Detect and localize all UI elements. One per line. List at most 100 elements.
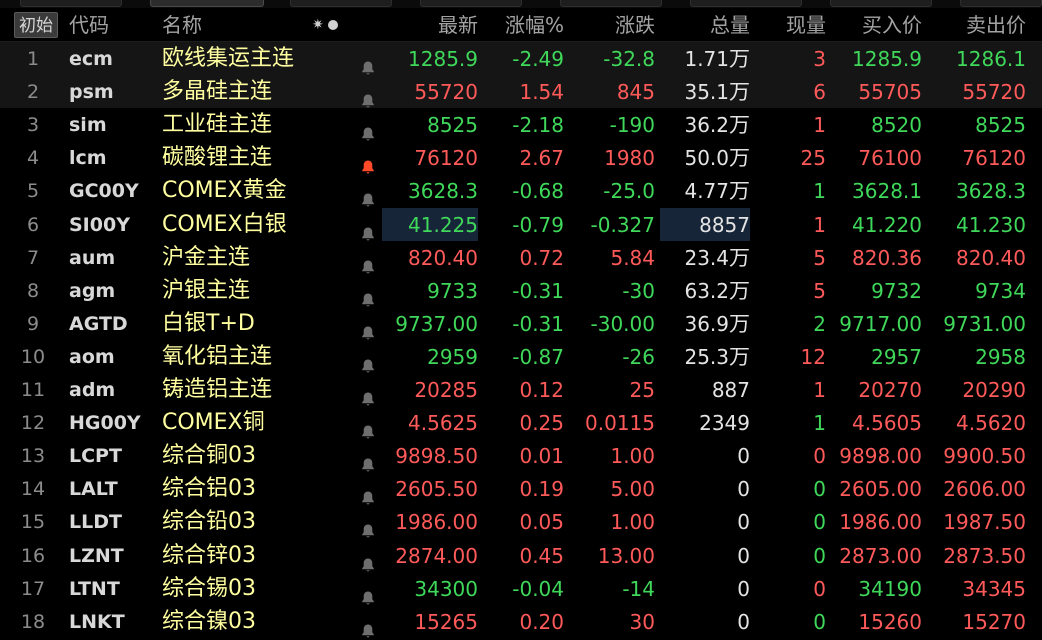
bell-icon[interactable] bbox=[360, 416, 378, 439]
bell-icon[interactable] bbox=[360, 151, 378, 174]
symbol-code[interactable]: LTNT bbox=[69, 572, 157, 605]
table-row[interactable]: 10 aom 氧化铝主连 2959 -0.87 -26 25.3万 12 2957 2958 bbox=[0, 340, 1042, 373]
symbol-code[interactable]: LNKT bbox=[69, 605, 157, 638]
symbol-code[interactable]: adm bbox=[69, 373, 157, 406]
latest-price: 9898.50 bbox=[395, 444, 478, 468]
col-header-change[interactable]: 涨跌 bbox=[570, 8, 655, 41]
table-row[interactable]: 5 GC00Y COMEX黄金 3628.3 -0.68 -25.0 4.77万 1 3628.… bbox=[0, 174, 1042, 207]
table-row[interactable]: 16 LZNT 综合锌03 2874.00 0.45 13.00 0 0 2873.00 2873… bbox=[0, 539, 1042, 572]
top-tab[interactable] bbox=[690, 0, 802, 7]
col-header-ask[interactable]: 卖出价 bbox=[930, 8, 1026, 41]
bell-icon[interactable] bbox=[360, 284, 378, 307]
bell-icon[interactable] bbox=[360, 218, 378, 241]
symbol-code[interactable]: AGTD bbox=[69, 307, 157, 340]
symbol-code[interactable]: GC00Y bbox=[69, 174, 157, 207]
symbol-code[interactable]: lcm bbox=[69, 141, 157, 174]
row-index: 15 bbox=[20, 511, 46, 533]
bell-icon[interactable] bbox=[360, 85, 378, 108]
bell-icon[interactable] bbox=[360, 350, 378, 373]
symbol-code[interactable]: aum bbox=[69, 241, 157, 274]
change-amount: -190 bbox=[609, 113, 655, 137]
top-tab[interactable] bbox=[290, 0, 392, 7]
symbol-name[interactable]: 综合铜03 bbox=[162, 439, 352, 472]
top-tab[interactable] bbox=[20, 0, 122, 7]
col-header-name[interactable]: 名称 bbox=[162, 8, 202, 41]
table-row[interactable]: 1 ecm 欧线集运主连 1285.9 -2.49 -32.8 1.71万 3 1285.9 12… bbox=[0, 42, 1042, 75]
symbol-name[interactable]: 综合铅03 bbox=[162, 505, 352, 538]
table-row[interactable]: 14 LALT 综合铝03 2605.50 0.19 5.00 0 0 2605.00 2606.… bbox=[0, 472, 1042, 505]
table-row[interactable]: 15 LLDT 综合铅03 1986.00 0.05 1.00 0 0 1986.00 1987.… bbox=[0, 505, 1042, 538]
bell-icon[interactable] bbox=[360, 615, 378, 638]
table-row[interactable]: 9 AGTD 白银T+D 9737.00 -0.31 -30.00 36.9万 2 9717.0… bbox=[0, 307, 1042, 340]
bell-icon[interactable] bbox=[360, 549, 378, 572]
col-header-code[interactable]: 代码 bbox=[69, 8, 109, 41]
symbol-code[interactable]: aom bbox=[69, 340, 157, 373]
table-row[interactable]: 6 SI00Y COMEX白银 41.225 -0.79 -0.327 8857 1 41.22… bbox=[0, 208, 1042, 241]
symbol-code[interactable]: ecm bbox=[69, 42, 157, 75]
symbol-name[interactable]: 工业硅主连 bbox=[162, 108, 352, 141]
gear-icon[interactable]: ✷ bbox=[312, 18, 324, 32]
row-index: 9 bbox=[26, 313, 40, 335]
row-index: 10 bbox=[20, 346, 46, 368]
symbol-name[interactable]: 氧化铝主连 bbox=[162, 340, 352, 373]
symbol-code[interactable]: HG00Y bbox=[69, 406, 157, 439]
col-header-bid[interactable]: 买入价 bbox=[830, 8, 922, 41]
table-row[interactable]: 17 LTNT 综合锡03 34300 -0.04 -14 0 0 34190 34345 bbox=[0, 572, 1042, 605]
symbol-code[interactable]: sim bbox=[69, 108, 157, 141]
symbol-name[interactable]: 碳酸锂主连 bbox=[162, 141, 352, 174]
symbol-name[interactable]: 欧线集运主连 bbox=[162, 42, 352, 75]
table-row[interactable]: 2 psm 多晶硅主连 55720 1.54 845 35.1万 6 55705 55720 bbox=[0, 75, 1042, 108]
bell-icon[interactable] bbox=[360, 317, 378, 340]
col-header-current-volume[interactable]: 现量 bbox=[760, 8, 826, 41]
bell-icon[interactable] bbox=[360, 184, 378, 207]
symbol-name[interactable]: 综合锌03 bbox=[162, 539, 352, 572]
bell-icon[interactable] bbox=[360, 449, 378, 472]
table-row[interactable]: 3 sim 工业硅主连 8525 -2.18 -190 36.2万 1 8520 8525 bbox=[0, 108, 1042, 141]
symbol-name[interactable]: 综合锡03 bbox=[162, 572, 352, 605]
col-header-change-pct[interactable]: 涨幅% bbox=[484, 8, 564, 41]
bell-icon[interactable] bbox=[360, 383, 378, 406]
top-tab[interactable] bbox=[960, 0, 1042, 7]
bell-icon[interactable] bbox=[360, 251, 378, 274]
symbol-name[interactable]: 综合铝03 bbox=[162, 472, 352, 505]
table-row[interactable]: 12 HG00Y COMEX铜 4.5625 0.25 0.0115 2349 1 4.5605… bbox=[0, 406, 1042, 439]
header-icon-group[interactable]: ✷ bbox=[312, 8, 338, 41]
init-button[interactable]: 初始 bbox=[14, 12, 58, 38]
bell-icon[interactable] bbox=[360, 515, 378, 538]
symbol-name[interactable]: COMEX白银 bbox=[162, 208, 352, 241]
symbol-name[interactable]: 多晶硅主连 bbox=[162, 75, 352, 108]
symbol-code[interactable]: psm bbox=[69, 75, 157, 108]
table-row[interactable]: 13 LCPT 综合铜03 9898.50 0.01 1.00 0 0 9898.00 9900.… bbox=[0, 439, 1042, 472]
table-row[interactable]: 11 adm 铸造铝主连 20285 0.12 25 887 1 20270 20290 bbox=[0, 373, 1042, 406]
column-header-row: 初始 代码 名称 ✷ 最新 涨幅% 涨跌 总量 现量 买入价 卖出价 bbox=[0, 8, 1042, 42]
symbol-name[interactable]: 沪银主连 bbox=[162, 274, 352, 307]
dot-icon[interactable] bbox=[327, 19, 338, 30]
symbol-code[interactable]: LZNT bbox=[69, 539, 157, 572]
top-tab-active[interactable] bbox=[150, 0, 264, 7]
symbol-name[interactable]: 白银T+D bbox=[162, 307, 352, 340]
symbol-code[interactable]: agm bbox=[69, 274, 157, 307]
bell-icon[interactable] bbox=[360, 118, 378, 141]
symbol-name[interactable]: 沪金主连 bbox=[162, 241, 352, 274]
bell-icon[interactable] bbox=[360, 52, 378, 75]
table-row[interactable]: 7 aum 沪金主连 820.40 0.72 5.84 23.4万 5 820.36 820.40 bbox=[0, 241, 1042, 274]
bid-price: 9717.00 bbox=[839, 312, 922, 336]
symbol-name[interactable]: COMEX黄金 bbox=[162, 174, 352, 207]
col-header-latest[interactable]: 最新 bbox=[382, 8, 478, 41]
symbol-name[interactable]: COMEX铜 bbox=[162, 406, 352, 439]
table-row[interactable]: 8 agm 沪银主连 9733 -0.31 -30 63.2万 5 9732 9734 bbox=[0, 274, 1042, 307]
symbol-code[interactable]: SI00Y bbox=[69, 208, 157, 241]
bell-icon[interactable] bbox=[360, 482, 378, 505]
col-header-volume[interactable]: 总量 bbox=[660, 8, 750, 41]
symbol-name[interactable]: 综合镍03 bbox=[162, 605, 352, 638]
table-row[interactable]: 18 LNKT 综合镍03 15265 0.20 30 0 0 15260 15270 bbox=[0, 605, 1042, 638]
top-tab[interactable] bbox=[560, 0, 662, 7]
symbol-code[interactable]: LCPT bbox=[69, 439, 157, 472]
top-tab[interactable] bbox=[420, 0, 522, 7]
symbol-name[interactable]: 铸造铝主连 bbox=[162, 373, 352, 406]
top-tab[interactable] bbox=[830, 0, 932, 7]
table-row[interactable]: 4 lcm 碳酸锂主连 76120 2.67 1980 50.0万 25 76100 76120 bbox=[0, 141, 1042, 174]
symbol-code[interactable]: LLDT bbox=[69, 505, 157, 538]
bell-icon[interactable] bbox=[360, 582, 378, 605]
symbol-code[interactable]: LALT bbox=[69, 472, 157, 505]
